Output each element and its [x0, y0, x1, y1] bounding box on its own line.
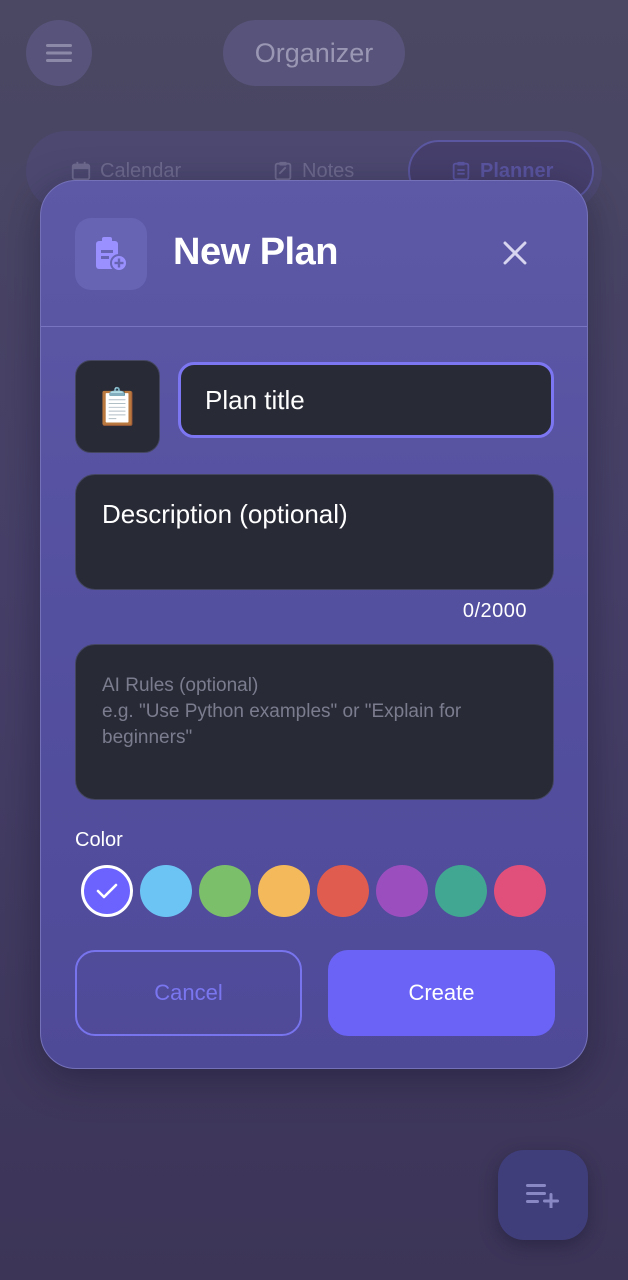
- plan-title-input[interactable]: Plan title: [178, 362, 554, 438]
- char-counter: 0/2000: [462, 600, 527, 622]
- calendar-icon: [71, 161, 91, 181]
- color-swatch-6[interactable]: [376, 865, 428, 917]
- note-icon: [274, 161, 292, 181]
- dialog-title: New Plan: [173, 231, 338, 273]
- color-label: Color: [75, 829, 123, 851]
- close-icon: [503, 241, 527, 265]
- ai-rules-title: AI Rules (optional): [102, 675, 259, 696]
- color-swatch-5[interactable]: [317, 865, 369, 917]
- color-swatches: [81, 865, 546, 919]
- ai-rules-input[interactable]: AI Rules (optional) e.g. "Use Python exa…: [75, 644, 554, 800]
- description-placeholder: Description (optional): [102, 499, 348, 529]
- playlist-add-icon: [526, 1184, 559, 1208]
- cancel-button[interactable]: Cancel: [75, 950, 302, 1036]
- create-button[interactable]: Create: [328, 950, 555, 1036]
- close-button[interactable]: [497, 235, 533, 271]
- ai-rules-hint: e.g. "Use Python examples" or "Explain f…: [102, 701, 462, 748]
- color-swatch-1[interactable]: [81, 865, 133, 917]
- check-icon: [96, 883, 118, 899]
- planner-icon: [452, 161, 470, 181]
- description-input[interactable]: Description (optional): [75, 474, 554, 590]
- hamburger-icon: [46, 44, 72, 62]
- clipboard-emoji-icon: 📋: [95, 385, 140, 427]
- clipboard-add-icon: [96, 237, 128, 272]
- color-swatch-3[interactable]: [199, 865, 251, 917]
- emoji-picker-button[interactable]: 📋: [75, 360, 160, 453]
- color-swatch-2[interactable]: [140, 865, 192, 917]
- new-plan-dialog: New Plan 📋 Plan title Description (optio…: [40, 180, 588, 1069]
- app-title: Organizer: [223, 20, 405, 86]
- header-divider: [41, 326, 587, 327]
- plan-title-placeholder: Plan title: [205, 384, 305, 415]
- color-swatch-4[interactable]: [258, 865, 310, 917]
- menu-button[interactable]: [26, 20, 92, 86]
- color-swatch-7[interactable]: [435, 865, 487, 917]
- color-swatch-8[interactable]: [494, 865, 546, 917]
- add-plan-fab[interactable]: [498, 1150, 588, 1240]
- dialog-icon-tile: [75, 218, 147, 290]
